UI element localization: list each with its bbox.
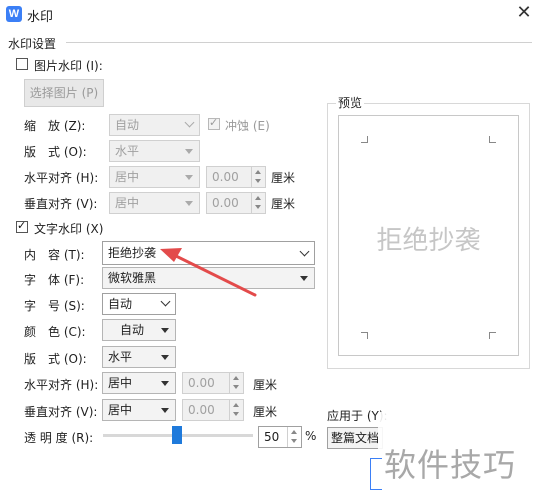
caret-down-icon	[161, 355, 169, 360]
text-valign-unit: 厘米	[253, 405, 278, 419]
close-icon[interactable]: ✕	[512, 2, 536, 24]
picture-valign-label: 垂直对齐 (V):	[24, 197, 98, 211]
text-layout-value: 水平	[108, 350, 133, 364]
transparency-slider-thumb[interactable]	[172, 426, 182, 444]
caret-down-icon	[185, 175, 193, 180]
picture-halign-label: 水平对齐 (H):	[24, 171, 99, 185]
picture-valign-select[interactable]: 居中	[109, 192, 200, 214]
text-valign-value: 居中	[108, 403, 133, 417]
font-label: 字 体 (F):	[24, 273, 85, 287]
color-value: 自动	[119, 323, 144, 337]
text-halign-offset-input[interactable]: 0.00	[182, 372, 244, 394]
text-valign-offset-input[interactable]: 0.00	[182, 399, 244, 421]
picture-watermark-label: 图片水印 (I):	[34, 59, 103, 73]
picture-halign-offset-value: 0.00	[212, 170, 239, 184]
picture-layout-label: 版 式 (O):	[24, 145, 87, 159]
spinner-arrows-icon[interactable]	[229, 373, 243, 393]
text-layout-select[interactable]: 水平	[102, 346, 176, 368]
margin-corner-mark	[361, 332, 368, 339]
section-divider	[66, 42, 532, 43]
text-valign-offset-value: 0.00	[188, 403, 215, 417]
picture-valign-offset-value: 0.00	[212, 196, 239, 210]
picture-halign-unit: 厘米	[271, 171, 296, 185]
annotation-arrow	[160, 248, 257, 297]
text-halign-label: 水平对齐 (H):	[24, 378, 99, 392]
picture-halign-select[interactable]: 居中	[109, 166, 200, 188]
text-halign-select[interactable]: 居中	[102, 372, 176, 394]
scale-label: 缩 放 (Z):	[24, 119, 86, 133]
wps-app-icon: W	[6, 6, 22, 22]
text-halign-value: 居中	[108, 376, 133, 390]
text-layout-label: 版 式 (O):	[24, 352, 87, 366]
section-title: 水印设置	[8, 37, 57, 51]
ok-button-fragment[interactable]	[370, 458, 382, 490]
caret-down-icon	[185, 149, 193, 154]
color-select[interactable]: 自动	[102, 319, 176, 341]
washout-label: 冲蚀 (E)	[225, 119, 270, 133]
text-valign-label: 垂直对齐 (V):	[24, 405, 98, 419]
picture-layout-value: 水平	[115, 144, 140, 158]
chevron-down-icon	[299, 246, 310, 257]
caret-down-icon	[161, 381, 169, 386]
caret-down-icon	[161, 408, 169, 413]
margin-corner-mark	[489, 332, 496, 339]
picture-valign-offset-input[interactable]: 0.00	[206, 192, 266, 214]
transparency-label: 透 明 度 (R):	[24, 431, 94, 445]
washout-checkbox[interactable]	[208, 116, 220, 130]
content-value: 拒绝抄袭	[108, 246, 157, 260]
title-bar	[0, 0, 540, 28]
font-value: 微软雅黑	[108, 271, 157, 285]
spinner-arrows-icon[interactable]	[251, 193, 265, 213]
picture-watermark-checkbox[interactable]	[16, 58, 28, 70]
caret-down-icon	[185, 201, 193, 206]
scale-select[interactable]: 自动	[109, 114, 200, 136]
transparency-value: 50	[264, 430, 280, 444]
chevron-down-icon	[184, 117, 195, 128]
picture-valign-value: 居中	[115, 196, 140, 210]
margin-corner-mark	[361, 136, 368, 143]
margin-corner-mark	[489, 136, 496, 143]
caret-down-icon	[300, 276, 308, 281]
picture-halign-value: 居中	[115, 170, 140, 184]
text-halign-offset-value: 0.00	[188, 376, 215, 390]
preview-label: 预览	[336, 94, 365, 111]
color-label: 颜 色 (C):	[24, 325, 86, 339]
transparency-unit: %	[305, 429, 317, 443]
spinner-arrows-icon[interactable]	[251, 167, 265, 187]
text-halign-unit: 厘米	[253, 378, 278, 392]
window-title: 水印	[27, 10, 54, 25]
text-valign-select[interactable]: 居中	[102, 399, 176, 421]
picture-layout-select[interactable]: 水平	[109, 140, 200, 162]
size-label: 字 号 (S):	[24, 299, 85, 313]
picture-valign-unit: 厘米	[271, 197, 296, 211]
scale-value: 自动	[115, 118, 140, 132]
picture-halign-offset-input[interactable]: 0.00	[206, 166, 266, 188]
apply-to-select[interactable]: 整篇文档	[327, 427, 383, 449]
text-watermark-label: 文字水印 (X)	[34, 222, 104, 236]
text-watermark-checkbox[interactable]	[16, 219, 28, 233]
caret-down-icon	[161, 328, 169, 333]
content-label: 内 容 (T):	[24, 248, 85, 262]
spinner-arrows-icon[interactable]	[229, 400, 243, 420]
site-watermark-text: 软件技巧	[384, 446, 517, 484]
size-value: 自动	[108, 297, 133, 311]
preview-watermark-text: 拒绝抄袭	[376, 226, 481, 256]
transparency-input[interactable]: 50	[258, 426, 302, 448]
spinner-arrows-icon[interactable]	[287, 427, 301, 447]
select-picture-button[interactable]: 选择图片 (P)	[24, 79, 104, 107]
